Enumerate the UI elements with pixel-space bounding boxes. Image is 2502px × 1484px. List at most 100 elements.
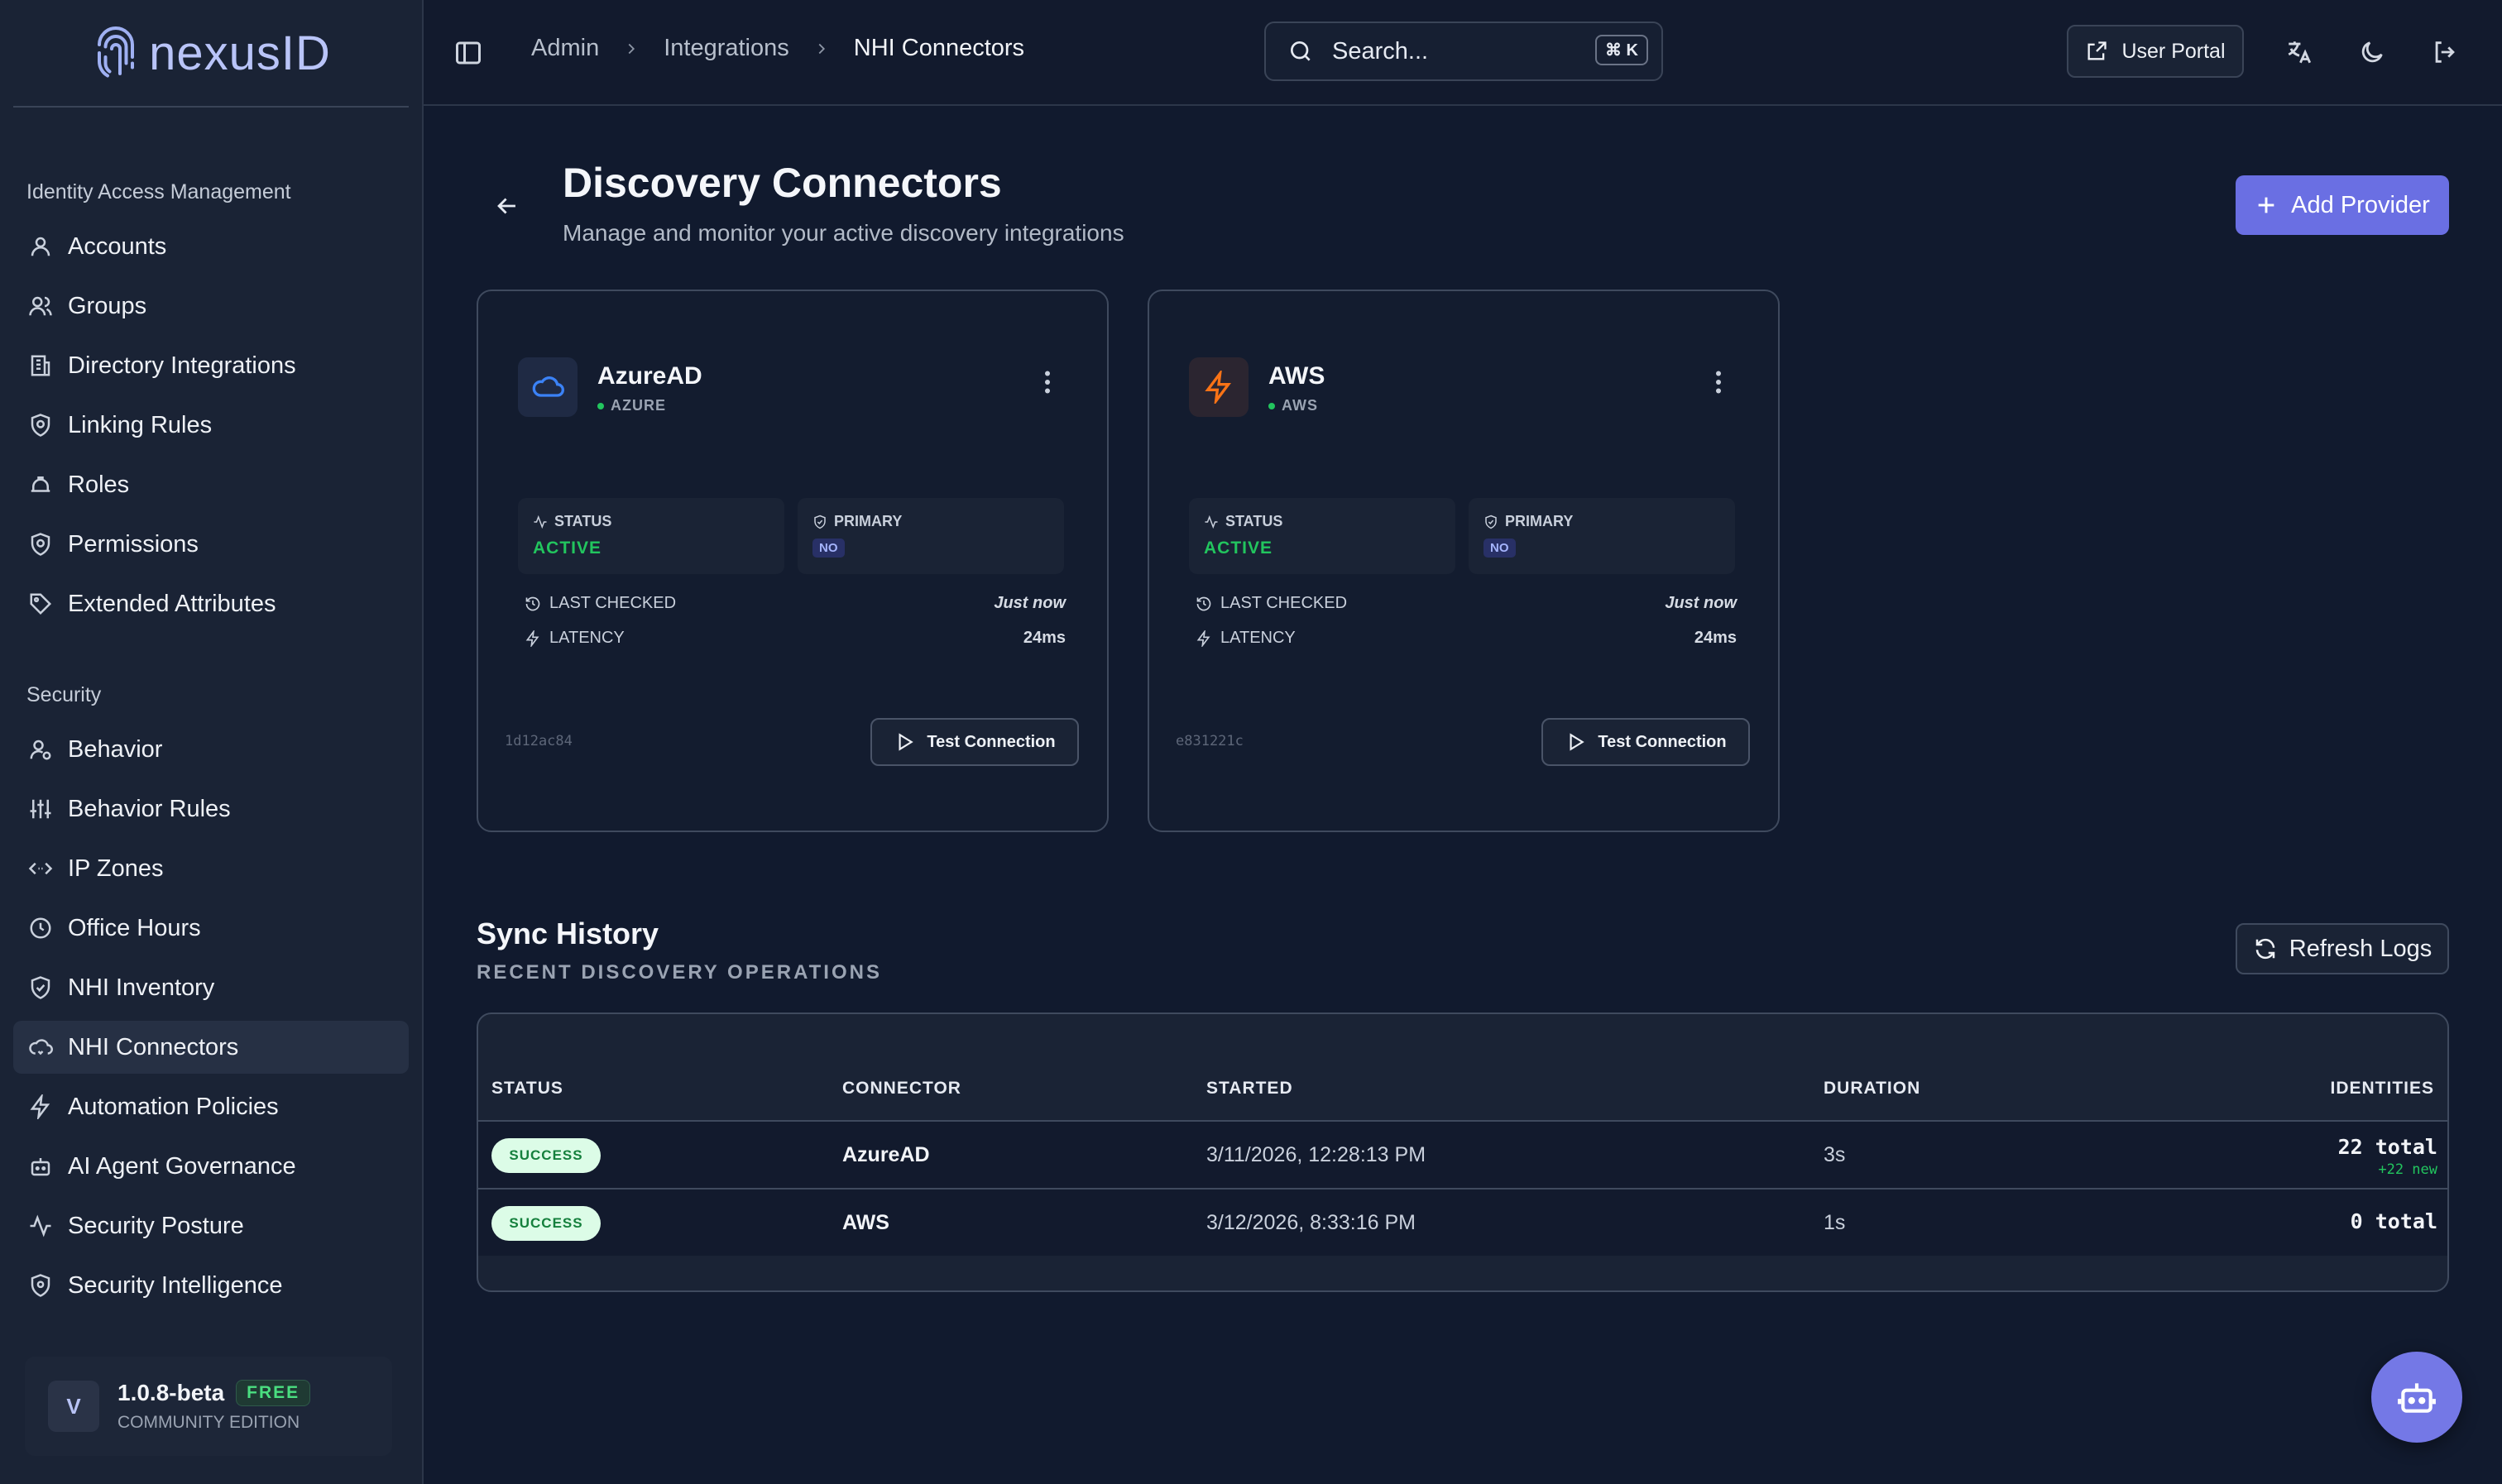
status-label: STATUS	[1225, 513, 1283, 529]
search-input[interactable]: Search... ⌘ K	[1264, 22, 1663, 81]
sidebar-item-roles[interactable]: Roles	[13, 458, 409, 511]
activity-icon	[1205, 515, 1218, 529]
zap-icon	[1196, 630, 1210, 647]
sidebar-item-label: Behavior Rules	[68, 795, 231, 822]
sidebar-item-directory-integrations[interactable]: Directory Integrations	[13, 339, 409, 392]
sidebar-item-label: Automation Policies	[68, 1093, 279, 1120]
sidebar-item-groups[interactable]: Groups	[13, 280, 409, 333]
row-identities-total: 22 total	[2337, 1135, 2437, 1159]
shield-alert-icon	[31, 1274, 50, 1297]
breadcrumb-current: NHI Connectors	[853, 35, 1025, 61]
column-header-connector[interactable]: CONNECTOR	[842, 1079, 961, 1099]
sidebar-item-office-hours[interactable]: Office Hours	[13, 902, 409, 955]
status-value: ACTIVE	[1204, 539, 1273, 558]
breadcrumb-admin[interactable]: Admin	[531, 35, 599, 62]
edition-label: COMMUNITY EDITION	[117, 1413, 300, 1432]
gear-shield-icon	[31, 533, 50, 556]
sidebar-item-label: Security Intelligence	[68, 1271, 283, 1299]
sidebar-item-linking-rules[interactable]: Linking Rules	[13, 399, 409, 452]
sidebar-item-accounts[interactable]: Accounts	[13, 220, 409, 273]
sync-history-subtitle: RECENT DISCOVERY OPERATIONS	[477, 961, 882, 984]
last-checked-value: Just now	[994, 594, 1066, 612]
logout-icon[interactable]	[2431, 38, 2459, 66]
primary-value: NO	[1483, 539, 1516, 558]
sidebar-item-nhi-inventory[interactable]: NHI Inventory	[13, 961, 409, 1014]
history-icon	[1196, 596, 1211, 610]
cloud-icon	[532, 376, 564, 397]
last-checked-row: LAST CHECKED Just now	[525, 594, 1066, 613]
section-label-iam: Identity Access Management	[26, 180, 291, 203]
back-arrow-icon[interactable]	[493, 192, 521, 220]
more-vertical-icon[interactable]	[1709, 367, 1728, 397]
primary-box: PRIMARY NO	[798, 498, 1064, 574]
sidebar-item-label: Extended Attributes	[68, 590, 276, 617]
sidebar-item-label: Behavior	[68, 735, 163, 763]
sidebar-item-label: Directory Integrations	[68, 352, 296, 379]
zap-icon	[1205, 371, 1231, 404]
sidebar-item-nhi-connectors[interactable]: NHI Connectors	[13, 1021, 409, 1074]
sidebar-item-behavior-rules[interactable]: Behavior Rules	[13, 783, 409, 835]
column-header-status[interactable]: STATUS	[491, 1079, 563, 1099]
column-header-duration[interactable]: DURATION	[1824, 1079, 1920, 1099]
code-arrows-icon	[28, 862, 53, 875]
translate-icon[interactable]	[2285, 38, 2313, 66]
connector-name: AWS	[1268, 362, 1325, 390]
user-gear-icon	[30, 740, 51, 760]
sidebar-item-automation-policies[interactable]: Automation Policies	[13, 1080, 409, 1133]
play-icon	[899, 733, 914, 751]
sidebar: nexusID Identity Access Management Accou…	[0, 0, 424, 1484]
sidebar-item-label: Linking Rules	[68, 411, 213, 438]
refresh-logs-button[interactable]: Refresh Logs	[2236, 923, 2449, 974]
table-row[interactable]: SUCCESS AzureAD 3/11/2026, 12:28:13 PM 3…	[478, 1120, 2447, 1188]
activity-icon	[534, 515, 547, 529]
moon-icon[interactable]	[2358, 38, 2386, 66]
play-icon	[1570, 733, 1585, 751]
row-duration: 3s	[1824, 1143, 1846, 1166]
sidebar-item-security-intelligence[interactable]: Security Intelligence	[13, 1259, 409, 1312]
column-header-identities[interactable]: IDENTITIES	[2330, 1079, 2434, 1099]
sidebar-toggle-icon[interactable]	[453, 38, 483, 68]
add-provider-button[interactable]: Add Provider	[2236, 175, 2449, 235]
test-connection-button[interactable]: Test Connection	[1541, 718, 1750, 766]
user-portal-button[interactable]: User Portal	[2067, 25, 2244, 78]
top-bar: Admin Integrations NHI Connectors Search…	[424, 0, 2502, 106]
row-identities-total: 0 total	[2350, 1209, 2437, 1233]
search-placeholder: Search...	[1332, 37, 1429, 65]
table-row[interactable]: SUCCESS AWS 3/12/2026, 8:33:16 PM 1s 0 t…	[478, 1188, 2447, 1256]
column-header-started[interactable]: STARTED	[1206, 1079, 1293, 1099]
plan-badge: FREE	[236, 1380, 311, 1406]
sidebar-item-ip-zones[interactable]: IP Zones	[13, 842, 409, 895]
sync-history-title: Sync History	[477, 917, 659, 950]
connector-type-label: AZURE	[611, 397, 666, 414]
latency-row: LATENCY 24ms	[1196, 629, 1737, 648]
sidebar-item-extended-attributes[interactable]: Extended Attributes	[13, 577, 409, 630]
version-info: V 1.0.8-beta FREE COMMUNITY EDITION	[25, 1357, 392, 1456]
cloud-link-icon	[29, 1039, 53, 1056]
last-checked-value: Just now	[1665, 594, 1737, 612]
latency-value: 24ms	[1694, 629, 1737, 647]
sidebar-item-ai-agent-governance[interactable]: AI Agent Governance	[13, 1140, 409, 1193]
sidebar-item-permissions[interactable]: Permissions	[13, 518, 409, 571]
user-icon	[31, 237, 50, 256]
sidebar-item-security-posture[interactable]: Security Posture	[13, 1199, 409, 1252]
online-dot-icon	[597, 402, 604, 409]
logo[interactable]: nexusID	[13, 0, 409, 108]
primary-value: NO	[812, 539, 845, 558]
hat-icon	[31, 476, 50, 492]
test-connection-button[interactable]: Test Connection	[870, 718, 1079, 766]
more-vertical-icon[interactable]	[1038, 367, 1057, 397]
sidebar-item-label: Accounts	[68, 232, 167, 260]
section-label-security: Security	[26, 683, 102, 706]
history-icon	[525, 596, 540, 610]
ai-assistant-button[interactable]	[2371, 1352, 2462, 1443]
sidebar-item-label: Office Hours	[68, 914, 201, 941]
sidebar-item-behavior[interactable]: Behavior	[13, 723, 409, 776]
connector-id: e831221c	[1176, 733, 1244, 749]
refresh-logs-label: Refresh Logs	[2289, 935, 2432, 962]
connector-card-aws: AWS AWS STATUS ACTIVE PRIMARY NO LAST CH…	[1148, 290, 1780, 832]
bot-icon	[31, 1158, 50, 1176]
sidebar-item-label: Security Posture	[68, 1212, 244, 1239]
shield-check-icon	[1485, 515, 1497, 529]
search-shortcut: ⌘ K	[1595, 35, 1648, 65]
breadcrumb-integrations[interactable]: Integrations	[664, 35, 789, 62]
